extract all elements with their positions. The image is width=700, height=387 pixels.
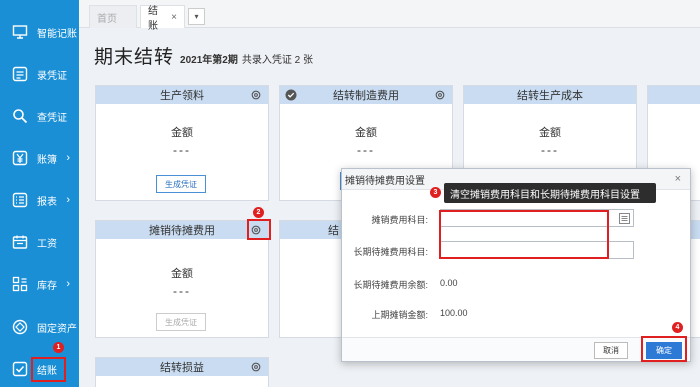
amount-value: --- (357, 143, 375, 157)
tab-home[interactable]: 首页 (89, 5, 137, 28)
highlight-box-closing (31, 357, 66, 382)
step-badge-4: 4 (672, 322, 683, 333)
sidebar-item-enter-voucher[interactable]: 录凭证 (0, 60, 79, 88)
prepaid-balance-label: 长期待摊费用余额: (353, 280, 428, 290)
period-label: 2021年第2期 (180, 55, 238, 66)
voucher-icon (12, 66, 28, 82)
sidebar-item-salary[interactable]: 工资 (0, 228, 79, 256)
card-header: 结 (280, 221, 341, 239)
generate-voucher-button[interactable]: 生成凭证 (156, 175, 206, 193)
chevron-right-icon: › (66, 278, 70, 290)
tab-menu-dropdown[interactable]: ▾ (188, 8, 205, 25)
close-icon[interactable]: × (675, 173, 681, 185)
sidebar-item-label: 账簿 (37, 154, 57, 166)
instruction-tooltip: 清空摊销费用科目和长期待摊费用科目设置 (444, 183, 656, 203)
chevron-right-icon: › (66, 152, 70, 164)
sidebar-item-label: 工资 (37, 238, 57, 250)
card-header: 结转制造费用 (280, 86, 452, 104)
gear-icon[interactable] (434, 89, 446, 101)
card-title: 结转生产成本 (517, 90, 583, 102)
card-title: 结转损益 (160, 362, 204, 374)
sidebar-item-label: 库存 (37, 280, 57, 292)
sidebar: 智能记账 录凭证 查凭证 账簿 › 报表 › 工资 库存 › 固定资产 结账 (0, 0, 79, 387)
yen-icon (12, 150, 28, 166)
page-title: 期末结转 2021年第2期 共录入凭证 2 张 (94, 42, 313, 69)
generate-voucher-button[interactable]: 生成凭证 (156, 313, 206, 331)
card-header: 结转损益 (96, 358, 268, 376)
inventory-icon (12, 276, 28, 292)
step-badge-3: 3 (430, 187, 441, 198)
last-amortization-value: 100.00 (440, 308, 468, 318)
amount-value: --- (173, 284, 191, 298)
card-header (691, 221, 700, 239)
sidebar-item-reports[interactable]: 报表 › (0, 186, 79, 214)
sidebar-item-smart-bookkeeping[interactable]: 智能记账 (0, 18, 79, 46)
tab-label: 首页 (97, 13, 117, 25)
amount-label: 金额 (171, 127, 193, 139)
expense-account-label: 摊销费用科目: (371, 215, 428, 225)
sidebar-item-inventory[interactable]: 库存 › (0, 270, 79, 298)
amount-label: 金额 (171, 268, 193, 280)
card-header: 生产领料 (96, 86, 268, 104)
search-icon (12, 108, 28, 124)
card-partial-2: 结 (279, 220, 341, 338)
card-header (648, 86, 700, 104)
card-prepaid-amortization: 摊销待摊费用 金额 --- 生成凭证 (95, 220, 269, 338)
card-title: 结 (328, 225, 339, 237)
step-badge-2: 2 (253, 207, 264, 218)
close-icon[interactable]: × (171, 12, 177, 23)
check-circle-icon (285, 89, 297, 101)
card-title: 结转制造费用 (333, 90, 399, 102)
sidebar-item-label: 固定资产 (37, 323, 77, 335)
amount-label: 金额 (355, 127, 377, 139)
calendar-icon (12, 234, 28, 250)
last-amortization-label: 上期摊销金额: (371, 310, 428, 320)
report-icon (12, 192, 28, 208)
dialog-title: 摊销待摊费用设置 (345, 175, 425, 187)
asset-icon (12, 319, 28, 335)
card-header: 摊销待摊费用 (96, 221, 268, 239)
card-title: 生产领料 (160, 90, 204, 102)
gear-icon[interactable] (250, 89, 262, 101)
step-badge-1: 1 (53, 342, 64, 353)
card-title: 摊销待摊费用 (149, 225, 215, 237)
sidebar-item-ledger[interactable]: 账簿 › (0, 144, 79, 172)
voucher-summary: 共录入凭证 2 张 (241, 55, 313, 66)
dialog-footer: 取消 确定 (342, 337, 690, 361)
card-partial-3 (690, 220, 700, 338)
sidebar-item-label: 智能记账 (37, 28, 77, 40)
gear-icon[interactable] (250, 361, 262, 373)
tab-closing[interactable]: 结账 × (140, 5, 185, 32)
sidebar-item-query-voucher[interactable]: 查凭证 (0, 102, 79, 130)
amount-value: --- (173, 143, 191, 157)
chevron-right-icon: › (66, 194, 70, 206)
sidebar-item-label: 查凭证 (37, 112, 67, 124)
highlight-box-ok (641, 336, 687, 362)
monitor-icon (12, 24, 28, 40)
cancel-button[interactable]: 取消 (594, 342, 628, 359)
card-production-material: 生产领料 金额 --- 生成凭证 (95, 85, 269, 201)
card-profit-loss: 结转损益 (95, 357, 269, 387)
tab-label: 结账 (148, 6, 158, 32)
sidebar-item-label: 报表 (37, 196, 57, 208)
highlight-box-fields (439, 210, 609, 259)
amount-label: 金额 (539, 127, 561, 139)
prepaid-balance-value: 0.00 (440, 278, 458, 288)
amount-value: --- (541, 143, 559, 157)
list-picker-icon[interactable] (619, 213, 630, 224)
sidebar-item-fixed-assets[interactable]: 固定资产 (0, 313, 79, 341)
card-header: 结转生产成本 (464, 86, 636, 104)
highlight-box-gear (247, 219, 271, 240)
tab-bar: 首页 结账 × ▾ (79, 0, 700, 32)
sidebar-item-label: 录凭证 (37, 70, 67, 82)
prepaid-account-label: 长期待摊费用科目: (353, 247, 428, 257)
page-title-text: 期末结转 (94, 47, 175, 68)
checkbox-icon (12, 361, 28, 377)
